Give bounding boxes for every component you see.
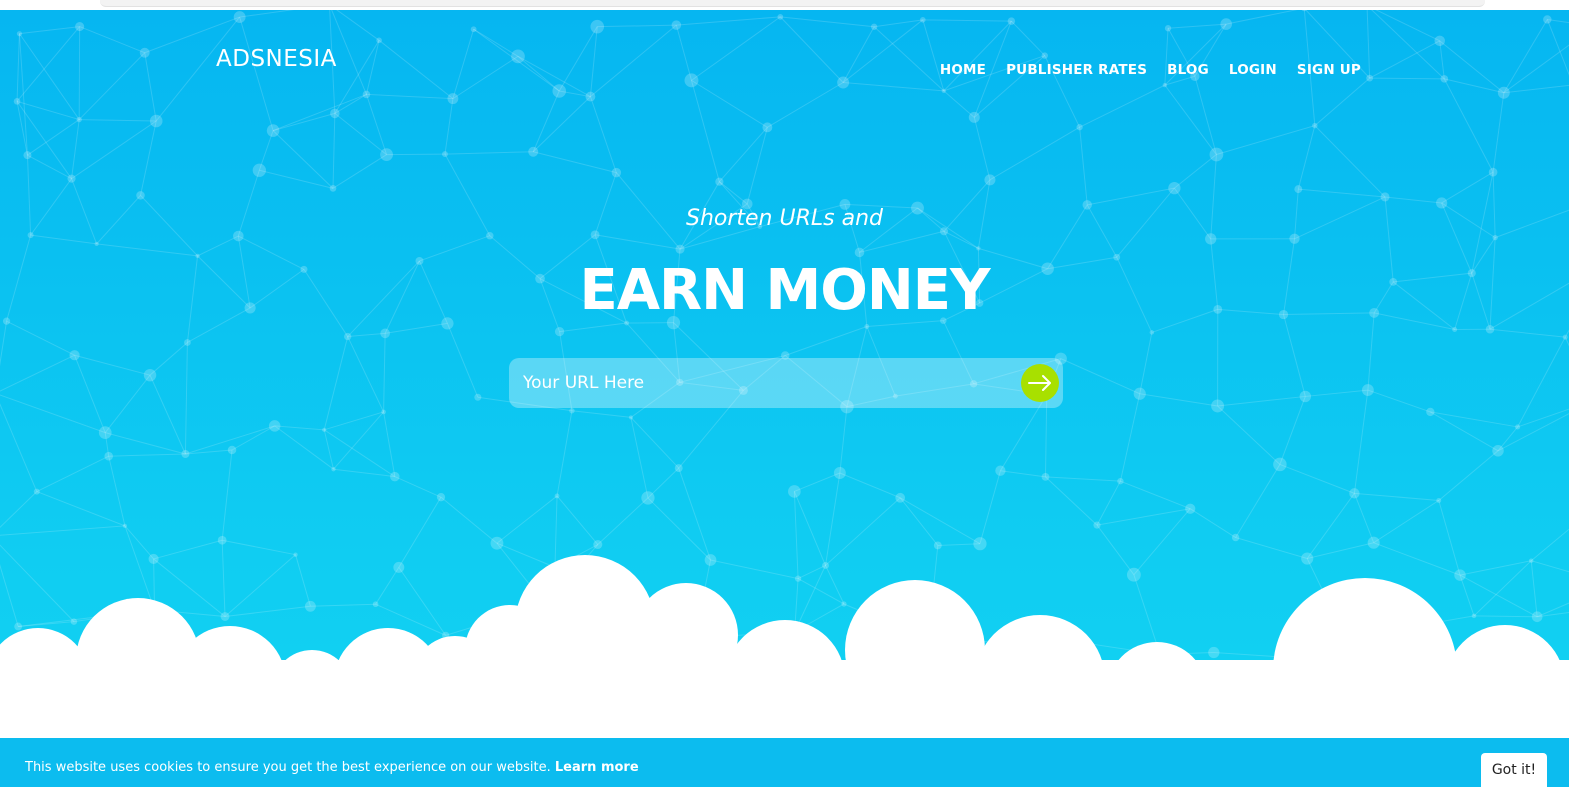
cookie-message: This website uses cookies to ensure you … xyxy=(25,760,551,775)
nav-item-home[interactable]: HOME xyxy=(940,62,986,78)
shorten-submit-button[interactable] xyxy=(1021,364,1059,402)
learn-more-link[interactable]: Learn more xyxy=(555,760,639,775)
nav-item-sign-up[interactable]: SIGN UP xyxy=(1297,62,1361,78)
arrow-right-icon xyxy=(1028,375,1051,391)
nav-item-blog[interactable]: BLOG xyxy=(1167,62,1209,78)
top-bar-edge xyxy=(100,0,1485,7)
url-input[interactable] xyxy=(523,358,993,408)
nav-item-publisher-rates[interactable]: PUBLISHER RATES xyxy=(1006,62,1147,78)
site-logo[interactable]: ADSNESIA xyxy=(216,46,337,72)
main-nav: HOME PUBLISHER RATES BLOG LOGIN SIGN UP xyxy=(940,62,1361,78)
hero-tagline: Shorten URLs and xyxy=(685,206,883,231)
hero-headline: EARN MONEY xyxy=(579,258,990,323)
cookie-accept-button[interactable]: Got it! xyxy=(1481,753,1547,787)
cookie-message-line: This website uses cookies to ensure you … xyxy=(25,760,639,775)
browser-top-strip xyxy=(0,0,1569,10)
hero-section: ADSNESIA HOME PUBLISHER RATES BLOG LOGIN… xyxy=(0,10,1569,738)
nav-item-login[interactable]: LOGIN xyxy=(1229,62,1277,78)
cookie-banner: This website uses cookies to ensure you … xyxy=(0,738,1569,787)
url-shorten-form xyxy=(509,358,1063,408)
